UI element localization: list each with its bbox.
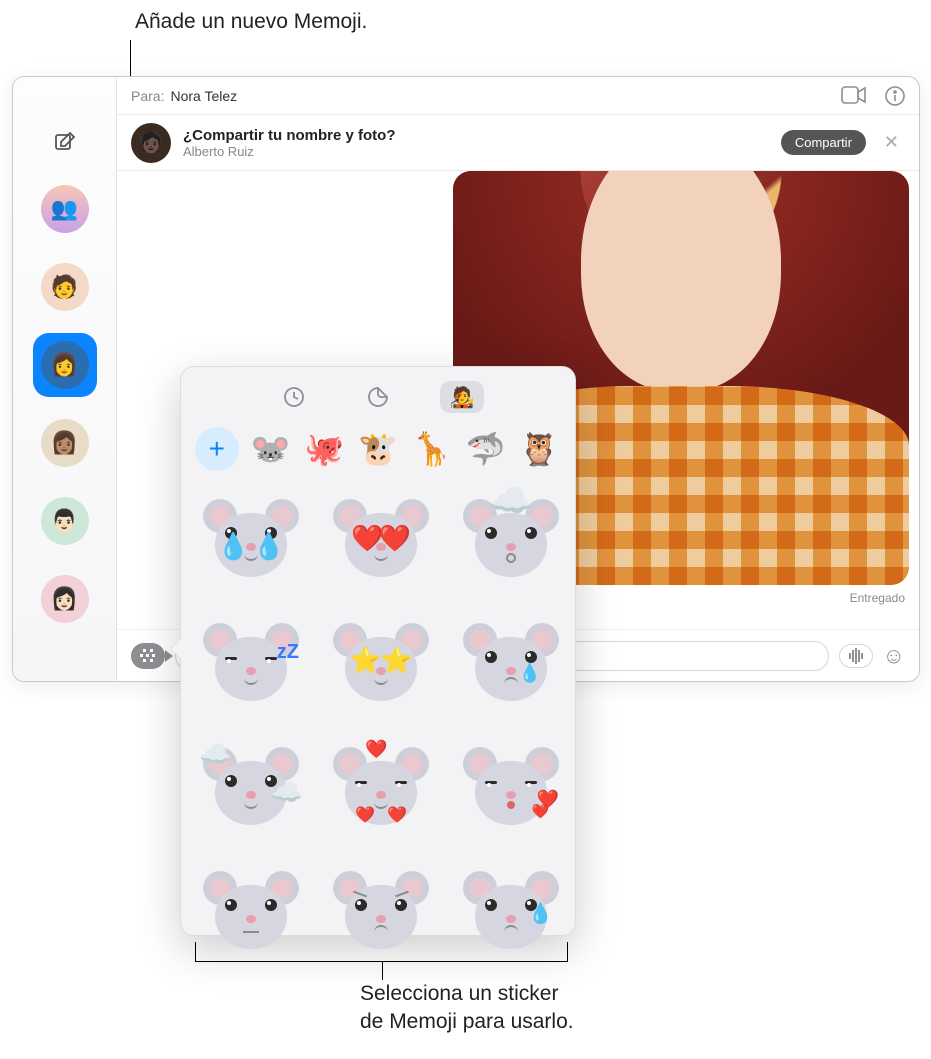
callout-select-sticker: Selecciona un sticker de Memoji para usa… <box>360 980 574 1037</box>
share-button[interactable]: Compartir <box>781 130 866 155</box>
avatar: 👩🏻 <box>41 575 89 623</box>
conversation-header: Para: Nora Telez <box>117 77 919 115</box>
conversation-group[interactable]: 👥 <box>33 177 97 241</box>
facetime-video-icon[interactable] <box>841 86 867 106</box>
popover-tabs: 🧑‍🎤 <box>193 381 563 413</box>
tab-stickers[interactable] <box>356 381 400 413</box>
share-name: Alberto Ruiz <box>183 144 396 159</box>
sticker-sleepy[interactable]: zZ <box>195 611 307 717</box>
conversation-item[interactable]: 👩🏻 <box>33 567 97 631</box>
character-mouse[interactable]: 🐭 <box>249 427 293 471</box>
sticker-star-eyes[interactable]: ⭐⭐ <box>325 611 437 717</box>
sticker-mind-blown[interactable]: ☁️ <box>455 487 567 593</box>
sticker-hearts-around[interactable]: ❤️ ❤️ ❤️ <box>325 735 437 841</box>
header-actions <box>841 86 905 106</box>
sticker-laugh-cry[interactable]: 💧💧 <box>195 487 307 593</box>
memoji-sticker-popover: 🧑‍🎤 + 🐭 🐙 🐮 🦒 🦈 🦉 💧💧 ❤️❤️ ☁️ <box>180 366 576 936</box>
memoji-character-row: + 🐭 🐙 🐮 🦒 🦈 🦉 <box>193 427 563 471</box>
conversation-item[interactable]: 👩🏽 <box>33 411 97 475</box>
add-memoji-button[interactable]: + <box>195 427 239 471</box>
character-cow[interactable]: 🐮 <box>356 427 400 471</box>
close-icon[interactable]: ✕ <box>878 132 905 153</box>
audio-message-button[interactable] <box>839 644 873 668</box>
share-question: ¿Compartir tu nombre y foto? <box>183 127 396 144</box>
avatar: 🧑 <box>41 263 89 311</box>
apps-button[interactable] <box>131 643 165 669</box>
compose-button[interactable] <box>45 122 85 162</box>
to-name[interactable]: Nora Telez <box>170 88 237 104</box>
tab-memoji[interactable]: 🧑‍🎤 <box>440 381 484 413</box>
sticker-kiss-hearts[interactable]: ❤️ ❤️ <box>455 735 567 841</box>
tab-recents[interactable] <box>272 381 316 413</box>
callout-bracket-bottom <box>195 942 568 962</box>
sticker-tear[interactable]: 💧 <box>455 611 567 717</box>
conversation-item-selected[interactable]: 👩 <box>33 333 97 397</box>
memoji-tab-icon: 🧑‍🎤 <box>450 385 475 410</box>
character-owl[interactable]: 🦉 <box>517 427 561 471</box>
avatar: 👨🏻 <box>41 497 89 545</box>
photo-face <box>581 171 781 391</box>
avatar: 👥 <box>41 185 89 233</box>
emoji-picker-icon[interactable]: ☺ <box>883 643 905 669</box>
character-giraffe[interactable]: 🦒 <box>410 427 454 471</box>
share-text: ¿Compartir tu nombre y foto? Alberto Rui… <box>183 127 396 159</box>
sticker-head-in-clouds[interactable]: ☁️☁️ <box>195 735 307 841</box>
conversation-list: 👥 🧑 👩 👩🏽 👨🏻 👩🏻 <box>13 177 116 631</box>
callout-add-memoji: Añade un nuevo Memoji. <box>135 10 367 34</box>
callout-bottom-line2: de Memoji para usarlo. <box>360 1010 574 1033</box>
character-octopus[interactable]: 🐙 <box>302 427 346 471</box>
share-name-photo-banner: 🧑🏿 ¿Compartir tu nombre y foto? Alberto … <box>117 115 919 171</box>
delivery-status: Entregado <box>850 591 905 605</box>
to-label: Para: <box>131 88 164 104</box>
avatar: 👩🏽 <box>41 419 89 467</box>
callout-bottom-line1: Selecciona un sticker <box>360 982 558 1005</box>
conversation-item[interactable]: 👨🏻 <box>33 489 97 553</box>
character-shark[interactable]: 🦈 <box>464 427 508 471</box>
share-avatar: 🧑🏿 <box>131 123 171 163</box>
avatar: 👩 <box>41 341 89 389</box>
sidebar: 👥 🧑 👩 👩🏽 👨🏻 👩🏻 <box>13 77 117 681</box>
sticker-grid: 💧💧 ❤️❤️ ☁️ zZ ⭐⭐ <box>193 487 563 965</box>
sticker-heart-eyes[interactable]: ❤️❤️ <box>325 487 437 593</box>
details-info-icon[interactable] <box>885 86 905 106</box>
conversation-item[interactable]: 🧑 <box>33 255 97 319</box>
